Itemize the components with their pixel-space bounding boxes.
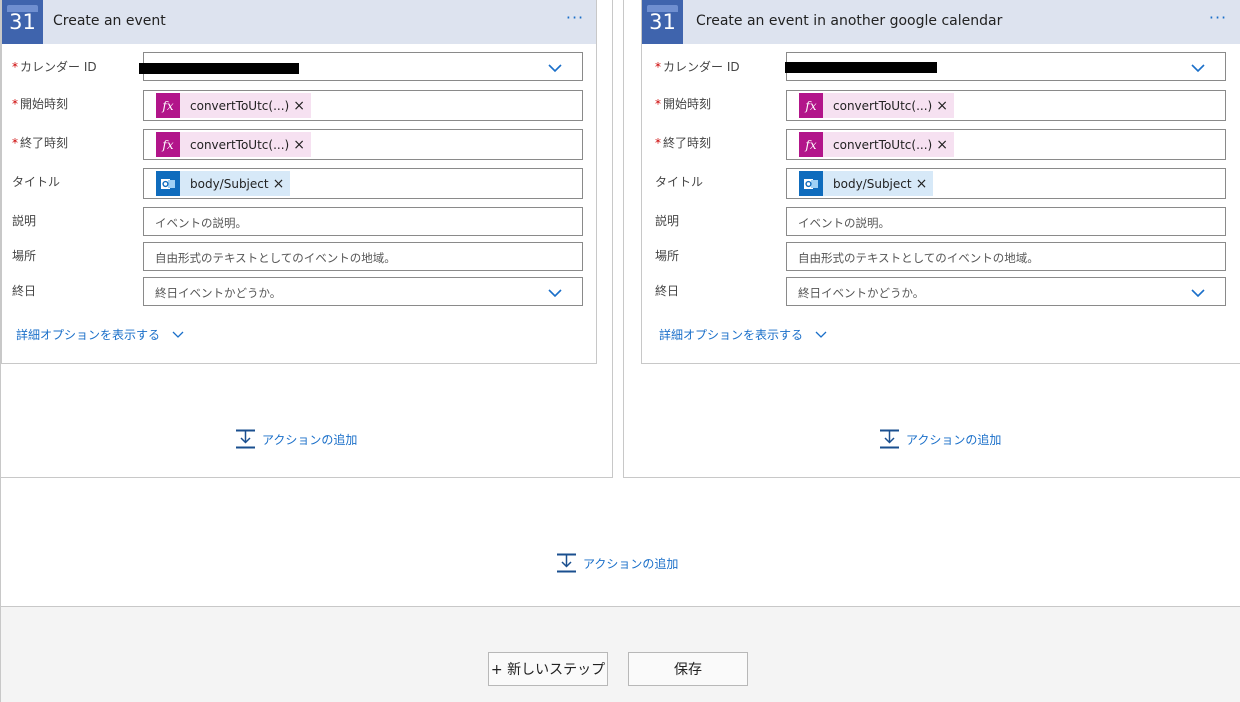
add-action-icon xyxy=(557,553,576,573)
remove-token-icon[interactable]: × xyxy=(916,176,934,192)
card-title: Create an event in another google calend… xyxy=(696,13,1003,29)
start-time-field[interactable]: fx convertToUtc(...) × xyxy=(143,90,583,121)
start-time-label: * 開始時刻 xyxy=(655,97,712,111)
show-advanced-options-link[interactable]: 詳細オプションを表示する xyxy=(16,326,184,343)
fx-icon: fx xyxy=(799,93,823,118)
outlook-icon xyxy=(156,171,180,196)
start-time-label: * 開始時刻 xyxy=(12,97,69,111)
description-field[interactable]: イベントの説明。 xyxy=(786,207,1226,236)
add-action-button-outer[interactable]: アクションの追加 xyxy=(556,553,678,573)
title-label: タイトル xyxy=(12,175,61,189)
more-options-icon[interactable]: ··· xyxy=(560,8,590,34)
more-options-icon[interactable]: ··· xyxy=(1203,8,1233,34)
end-time-label: * 終了時刻 xyxy=(655,136,712,150)
remove-token-icon[interactable]: × xyxy=(273,176,291,192)
calendar-id-label: * カレンダー ID xyxy=(655,60,740,74)
branch-right: 31 Create an event in another google cal… xyxy=(623,0,1240,478)
fx-icon: fx xyxy=(156,93,180,118)
condition-container xyxy=(0,478,1240,606)
all-day-dropdown[interactable]: 終日イベントかどうか。 xyxy=(786,277,1226,306)
save-button[interactable]: 保存 xyxy=(628,652,748,686)
location-label: 場所 xyxy=(12,249,37,263)
outlook-icon xyxy=(799,171,823,196)
card-title: Create an event xyxy=(53,13,166,29)
remove-token-icon[interactable]: × xyxy=(936,137,954,153)
fx-icon: fx xyxy=(799,132,823,157)
remove-token-icon[interactable]: × xyxy=(936,98,954,114)
add-action-icon xyxy=(880,429,899,449)
all-day-label: 終日 xyxy=(12,284,37,298)
add-action-button[interactable]: アクションの追加 xyxy=(235,429,357,449)
dynamic-content-token[interactable]: body/Subject × xyxy=(799,171,934,196)
title-label: タイトル xyxy=(655,175,704,189)
description-field[interactable]: イベントの説明。 xyxy=(143,207,583,236)
start-time-field[interactable]: fx convertToUtc(...) × xyxy=(786,90,1226,121)
card-header[interactable]: 31 Create an event ··· xyxy=(2,0,596,44)
card-create-event: 31 Create an event ··· * カレンダー ID * 開始時刻 f… xyxy=(1,0,597,364)
title-field[interactable]: body/Subject × xyxy=(143,168,583,199)
show-advanced-options-link[interactable]: 詳細オプションを表示する xyxy=(659,326,827,343)
dynamic-content-token[interactable]: body/Subject × xyxy=(156,171,291,196)
expression-token[interactable]: fx convertToUtc(...) × xyxy=(799,132,954,157)
description-label: 説明 xyxy=(12,214,37,228)
add-action-button[interactable]: アクションの追加 xyxy=(879,429,1001,449)
end-time-label: * 終了時刻 xyxy=(12,136,69,150)
remove-token-icon[interactable]: × xyxy=(293,137,311,153)
chevron-down-icon xyxy=(815,331,827,338)
chevron-down-icon[interactable] xyxy=(548,64,562,73)
add-action-icon xyxy=(236,429,255,449)
chevron-down-icon[interactable] xyxy=(1191,64,1205,73)
title-field[interactable]: body/Subject × xyxy=(786,168,1226,199)
expression-token[interactable]: fx convertToUtc(...) × xyxy=(799,93,954,118)
google-calendar-icon: 31 xyxy=(2,0,43,44)
expression-token[interactable]: fx convertToUtc(...) × xyxy=(156,132,311,157)
google-calendar-icon: 31 xyxy=(642,0,683,44)
redacted-value xyxy=(139,63,299,74)
redacted-value xyxy=(785,62,937,73)
chevron-down-icon[interactable] xyxy=(1191,289,1205,298)
location-field[interactable]: 自由形式のテキストとしてのイベントの地域。 xyxy=(786,242,1226,271)
end-time-field[interactable]: fx convertToUtc(...) × xyxy=(786,129,1226,160)
card-header[interactable]: 31 Create an event in another google cal… xyxy=(642,0,1240,44)
all-day-dropdown[interactable]: 終日イベントかどうか。 xyxy=(143,277,583,306)
end-time-field[interactable]: fx convertToUtc(...) × xyxy=(143,129,583,160)
footer-bar: + 新しいステップ 保存 xyxy=(0,606,1240,702)
calendar-id-dropdown[interactable] xyxy=(785,52,1226,81)
chevron-down-icon[interactable] xyxy=(548,289,562,298)
calendar-id-dropdown[interactable] xyxy=(139,52,583,81)
location-field[interactable]: 自由形式のテキストとしてのイベントの地域。 xyxy=(143,242,583,271)
description-label: 説明 xyxy=(655,214,680,228)
calendar-id-label: * カレンダー ID xyxy=(12,60,97,74)
card-create-event-another-calendar: 31 Create an event in another google cal… xyxy=(641,0,1240,364)
chevron-down-icon xyxy=(172,331,184,338)
all-day-label: 終日 xyxy=(655,284,680,298)
location-label: 場所 xyxy=(655,249,680,263)
new-step-button[interactable]: + 新しいステップ xyxy=(488,652,608,686)
branch-left: 31 Create an event ··· * カレンダー ID * 開始時刻 f… xyxy=(0,0,613,478)
fx-icon: fx xyxy=(156,132,180,157)
remove-token-icon[interactable]: × xyxy=(293,98,311,114)
expression-token[interactable]: fx convertToUtc(...) × xyxy=(156,93,311,118)
